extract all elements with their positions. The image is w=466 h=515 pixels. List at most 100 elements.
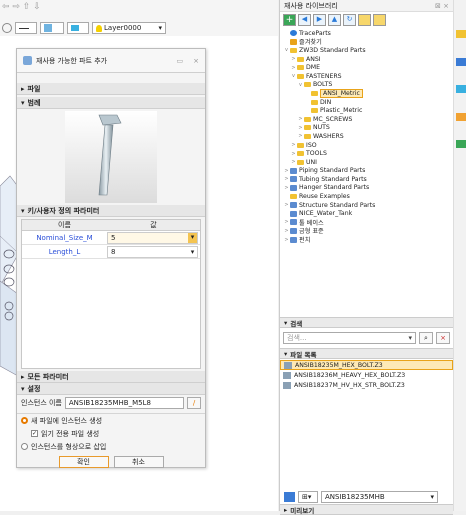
tree-item[interactable]: v BOLTS <box>283 81 450 90</box>
chevron-right-icon[interactable]: > <box>290 65 297 71</box>
tree-item[interactable]: Plastic_Metric <box>283 106 450 115</box>
chevron-right-icon[interactable]: > <box>283 237 290 243</box>
instance-name-input[interactable]: ANSIB18235MHB_M5L8 <box>64 397 184 409</box>
param-section-header[interactable]: ▾ 키/사용자 정의 파라미터 <box>17 205 205 217</box>
search-input[interactable]: 검색... ▾ <box>283 332 416 344</box>
folder-icon <box>290 47 297 53</box>
tree-item[interactable]: DIN <box>283 98 450 107</box>
tree-item[interactable]: TraceParts <box>283 29 450 38</box>
tree-item-label: TraceParts <box>299 29 331 37</box>
chevron-right-icon[interactable]: > <box>283 176 290 182</box>
settings-header[interactable]: ▾ 설정 <box>17 383 205 395</box>
edit-pencil-button[interactable]: / <box>187 397 201 409</box>
tree-item[interactable]: > NUTS <box>283 124 450 133</box>
forward-icon[interactable]: ▶ <box>313 14 326 26</box>
shape-dropdown[interactable] <box>67 22 89 34</box>
tree-item[interactable]: > DME <box>283 63 450 72</box>
tree-item[interactable]: v ZW3D Standard Parts <box>283 46 450 55</box>
tree-item[interactable]: ANSI_Metric <box>283 88 450 98</box>
preview-section-header[interactable]: ▾ 범례 <box>17 97 205 109</box>
layer-dropdown[interactable]: Layer0000 ▾ <box>92 22 166 34</box>
tools-tab-icon[interactable] <box>456 140 466 148</box>
caret-right-icon: ▸ <box>21 372 25 381</box>
tree-item[interactable]: > Structure Standard Parts <box>283 201 450 210</box>
list-item[interactable]: ANSIB18235M_HEX_BOLT.Z3 <box>280 360 453 370</box>
tree-item[interactable]: > UNI <box>283 158 450 167</box>
clear-search-button[interactable]: ⨯ <box>436 332 450 344</box>
tree-item[interactable]: > ISO <box>283 141 450 150</box>
tree-item[interactable]: NICE_Water_Tank <box>283 209 450 218</box>
param-value-dropdown[interactable]: 5 ▾ <box>107 231 198 244</box>
folder-add-icon[interactable] <box>358 14 371 26</box>
chevron-down-icon[interactable]: v <box>290 73 297 79</box>
tree-item-label: Piping Standard Parts <box>299 167 366 175</box>
caret-down-icon: ▾ <box>284 349 288 358</box>
chevron-right-icon[interactable]: > <box>297 116 304 122</box>
folder-tab-icon[interactable] <box>456 30 466 38</box>
tree-item[interactable]: > ANSI <box>283 55 450 64</box>
refresh-icon[interactable]: ↻ <box>343 14 356 26</box>
tree-item[interactable]: Reuse Examples <box>283 192 450 201</box>
preview-section-header[interactable]: ▸ 미리보기 <box>280 504 453 515</box>
chevron-right-icon[interactable]: > <box>297 133 304 139</box>
close-button[interactable]: ⨯ <box>193 57 199 65</box>
chevron-right-icon[interactable]: > <box>283 228 290 234</box>
tree-item[interactable]: > Tubing Standard Parts <box>283 175 450 184</box>
all-params-header[interactable]: ▸ 모든 파라미터 <box>17 371 205 383</box>
minimize-button[interactable]: ▭ <box>177 57 184 65</box>
ok-button[interactable]: 확인 <box>58 456 109 468</box>
option-readonly[interactable]: ✓ 읽기 전용 파일 생성 <box>17 427 205 440</box>
chevron-down-icon[interactable]: v <box>283 47 290 53</box>
search-placeholder: 검색... <box>287 334 307 342</box>
filter-dropdown[interactable]: ANSIB18235MHB ▾ <box>321 490 438 503</box>
tree-item[interactable]: > TOOLS <box>283 149 450 158</box>
tree-item[interactable]: > WASHERS <box>283 132 450 141</box>
list-item[interactable]: ANSIB18237M_HV_HX_STR_BOLT.Z3 <box>280 380 453 390</box>
chevron-right-icon[interactable]: > <box>290 159 297 165</box>
search-section-header[interactable]: ▾ 검색 <box>280 317 453 328</box>
param-value-dropdown[interactable]: 8 ▾ <box>107 245 198 258</box>
tree-item[interactable]: v FASTENERS <box>283 72 450 81</box>
tree-item[interactable]: > MC_SCREWS <box>283 115 450 124</box>
tree-item[interactable]: > Hanger Standard Parts <box>283 184 450 193</box>
part-tab-icon[interactable] <box>456 58 466 66</box>
chevron-right-icon[interactable]: > <box>283 219 290 225</box>
snap-icon[interactable] <box>2 23 12 33</box>
history-tab-icon[interactable] <box>456 113 466 121</box>
add-icon[interactable]: + <box>283 14 296 26</box>
chevron-right-icon[interactable]: > <box>297 125 304 131</box>
color-dropdown[interactable] <box>40 22 64 34</box>
tree-item-label: Plastic_Metric <box>320 107 363 115</box>
grid-view-icon[interactable] <box>284 491 295 502</box>
up-icon[interactable]: ▲ <box>328 14 341 26</box>
option-new-file[interactable]: 새 파일에 인스턴스 생성 <box>17 414 205 427</box>
chevron-right-icon[interactable]: > <box>290 142 297 148</box>
tree-item[interactable]: 즐겨찾기 <box>283 38 450 46</box>
cancel-button[interactable]: 취소 <box>113 456 164 468</box>
chevron-right-icon[interactable]: > <box>290 151 297 157</box>
chevron-right-icon[interactable]: > <box>283 185 290 191</box>
option-insert-as-shape[interactable]: 인스턴스를 형상으로 삽입 <box>17 440 205 453</box>
view-mode-dropdown[interactable]: ⊞▾ <box>298 490 318 503</box>
file-list-section-header[interactable]: ▾ 파일 목록 <box>280 348 453 359</box>
list-item[interactable]: ANSIB18236M_HEAVY_HEX_BOLT.Z3 <box>280 370 453 380</box>
tree-item[interactable]: > 툴 베이스 <box>283 218 450 227</box>
back-icon[interactable]: ◀ <box>298 14 311 26</box>
folder-settings-icon[interactable] <box>373 14 386 26</box>
tree-item-label: BOLTS <box>313 81 333 89</box>
param-section-label: 키/사용자 정의 파라미터 <box>27 206 100 215</box>
close-icon[interactable]: ⊠ ⨯ <box>435 2 449 10</box>
top-toolbar-icons[interactable]: ⇦ ⇨ ⇧ ⇩ <box>2 2 41 12</box>
chevron-right-icon[interactable]: > <box>290 56 297 62</box>
bolt-image <box>65 111 157 203</box>
chevron-down-icon[interactable]: v <box>297 82 304 88</box>
file-section-header[interactable]: ▸ 파일 <box>17 83 205 95</box>
view-tab-icon[interactable] <box>456 85 466 93</box>
tree-item[interactable]: > 금형 표준 <box>283 227 450 235</box>
chevron-right-icon[interactable]: > <box>283 202 290 208</box>
line-style-dropdown[interactable] <box>15 22 37 34</box>
search-button[interactable]: ⌕ <box>419 332 433 344</box>
chevron-right-icon[interactable]: > <box>283 168 290 174</box>
tree-item[interactable]: > 펀치 <box>283 235 450 244</box>
tree-item[interactable]: > Piping Standard Parts <box>283 167 450 176</box>
